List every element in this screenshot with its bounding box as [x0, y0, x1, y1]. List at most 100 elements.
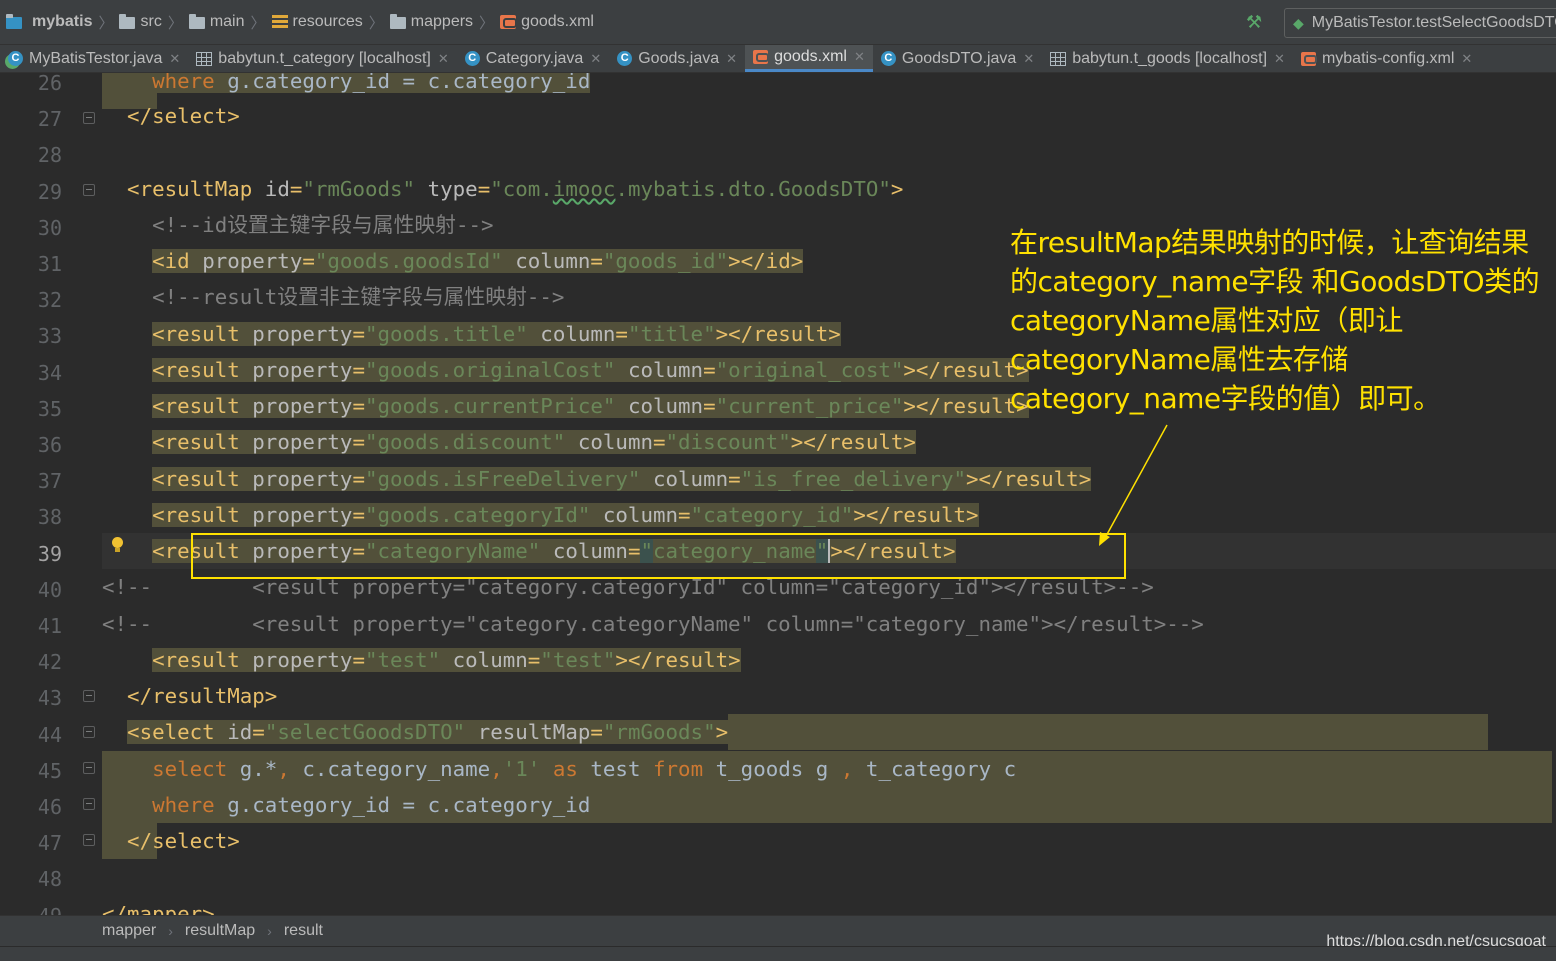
- line-number: 39: [37, 541, 62, 566]
- close-icon[interactable]: ✕: [590, 51, 601, 67]
- tab-label: goods.xml: [774, 48, 847, 65]
- chevron-right-icon: 〉: [250, 14, 266, 32]
- line-number: 27: [37, 107, 62, 132]
- line-number: 30: [37, 215, 62, 240]
- code-line-26: where g.category_id = c.category_id: [102, 73, 591, 99]
- tab-goods-java[interactable]: C Goods.java ✕: [609, 45, 745, 72]
- tab-label: Goods.java: [638, 49, 720, 67]
- line-number: 35: [37, 396, 62, 421]
- lightbulb-icon[interactable]: [110, 537, 124, 553]
- xml-file-icon: [753, 50, 770, 64]
- tool-window-strip: [0, 946, 1556, 961]
- close-icon[interactable]: ✕: [1461, 51, 1472, 67]
- breadcrumb-file[interactable]: goods.xml: [496, 0, 598, 44]
- line-number: 48: [37, 867, 62, 892]
- tab-label: GoodsDTO.java: [901, 49, 1017, 67]
- close-icon[interactable]: ✕: [169, 51, 180, 67]
- breadcrumb-mapper[interactable]: mapper: [102, 922, 156, 940]
- line-number: 32: [37, 288, 62, 313]
- code-line-29: <resultMap id="rmGoods" type="com.imooc.…: [127, 177, 904, 201]
- folder-icon: [389, 14, 406, 29]
- close-icon[interactable]: ✕: [726, 51, 737, 67]
- code-line-49: </mapper>: [102, 902, 215, 915]
- chevron-right-icon: ›: [267, 923, 272, 939]
- close-icon[interactable]: ✕: [1023, 51, 1034, 67]
- tab-label: babytun.t_category [localhost]: [218, 49, 431, 67]
- table-icon: [196, 51, 213, 66]
- line-number: 36: [37, 433, 62, 457]
- tab-mybatistestor[interactable]: C MyBatisTestor.java ✕: [0, 45, 188, 72]
- close-icon[interactable]: ✕: [1274, 51, 1285, 67]
- chevron-right-icon: 〉: [98, 14, 114, 32]
- tab-label: MyBatisTestor.java: [29, 49, 163, 67]
- code-line-45: select g.*, c.category_name,'1' as test …: [102, 751, 1553, 787]
- tab-t-category[interactable]: babytun.t_category [localhost] ✕: [188, 45, 456, 72]
- code-line-27: </select>: [127, 104, 240, 128]
- run-configuration-select[interactable]: ◆ MyBatisTestor.testSelectGoodsDTO: [1284, 8, 1556, 38]
- run-configuration-label: MyBatisTestor.testSelectGoodsDTO: [1311, 14, 1556, 31]
- line-number: 31: [37, 252, 62, 276]
- breadcrumb-result[interactable]: result: [284, 922, 323, 940]
- close-icon[interactable]: ✕: [854, 49, 865, 65]
- line-number: 41: [37, 614, 62, 638]
- chevron-right-icon: 〉: [479, 14, 495, 32]
- chevron-right-icon: 〉: [167, 14, 183, 32]
- breadcrumb-resultmap[interactable]: resultMap: [185, 922, 255, 940]
- breadcrumb-main[interactable]: main: [185, 0, 249, 44]
- navigation-bar: mybatis 〉 src 〉 main 〉 resources 〉 mappe…: [0, 0, 1556, 45]
- breadcrumb-resources[interactable]: resources: [268, 0, 367, 44]
- fold-marker-icon[interactable]: [83, 726, 95, 738]
- table-icon: [1050, 51, 1067, 66]
- tab-t-goods[interactable]: babytun.t_goods [localhost] ✕: [1042, 45, 1293, 72]
- xml-file-icon: [1300, 51, 1317, 66]
- line-number: 49: [0, 898, 62, 915]
- junit-run-icon: ◆: [1293, 14, 1304, 31]
- breadcrumb-main-label: main: [209, 13, 245, 30]
- fold-marker-icon[interactable]: [83, 762, 95, 774]
- tab-label: babytun.t_goods [localhost]: [1072, 49, 1268, 67]
- annotation-box: [191, 533, 1126, 579]
- editor-tabs: C MyBatisTestor.java ✕ babytun.t_categor…: [0, 45, 1556, 73]
- tab-mybatis-config[interactable]: mybatis-config.xml ✕: [1293, 45, 1480, 72]
- java-class-icon: C: [617, 51, 633, 66]
- code-line-46: where g.category_id = c.category_id: [102, 787, 1553, 823]
- tab-goods-xml[interactable]: goods.xml ✕: [745, 45, 873, 72]
- tab-label: Category.java: [485, 49, 584, 67]
- line-number: 44: [37, 722, 62, 747]
- code-line-32: <!--result设置非主键字段与属性映射-->: [152, 285, 565, 309]
- fold-marker-icon[interactable]: [83, 184, 95, 196]
- java-class-icon: C: [464, 51, 480, 66]
- code-line-44: <select id="selectGoodsDTO" resultMap="r…: [102, 714, 1489, 750]
- tab-category-java[interactable]: C Category.java ✕: [457, 45, 609, 72]
- folder-icon: [188, 14, 205, 29]
- code-line-36: <result property="goods.discount" column…: [152, 430, 916, 454]
- breadcrumb-resources-label: resources: [292, 13, 363, 30]
- build-hammer-icon[interactable]: ⚒: [1246, 12, 1262, 33]
- fold-marker-icon[interactable]: [83, 798, 95, 810]
- breadcrumb-src-label: src: [140, 13, 162, 30]
- code-line-42: <result property="test" column="test"></…: [152, 648, 741, 672]
- folder-icon: [119, 14, 136, 29]
- tab-goodsdto-java[interactable]: C GoodsDTO.java ✕: [873, 45, 1042, 72]
- breadcrumb-project[interactable]: mybatis: [0, 0, 96, 44]
- line-number: 45: [37, 758, 62, 783]
- code-editor[interactable]: 26 27 28 29 30 31 32 33 34 35 36 37 38 39 40 41 42 43 44 45…: [0, 73, 1556, 915]
- code-line-30: <!--id设置主键字段与属性映射-->: [152, 213, 494, 237]
- chevron-right-icon: ›: [168, 923, 173, 939]
- breadcrumb-mappers[interactable]: mappers: [386, 0, 477, 44]
- breadcrumb-project-label: mybatis: [32, 13, 93, 30]
- breadcrumb-src[interactable]: src: [115, 0, 165, 44]
- line-number: 26: [37, 73, 62, 95]
- fold-marker-icon[interactable]: [83, 690, 95, 702]
- line-number: 33: [37, 324, 62, 349]
- breadcrumb-file-label: goods.xml: [521, 13, 594, 30]
- code-line-43: </resultMap>: [127, 684, 278, 708]
- fold-marker-icon[interactable]: [83, 834, 95, 846]
- fold-marker-icon[interactable]: [83, 112, 95, 124]
- breadcrumb-mappers-label: mappers: [410, 13, 474, 30]
- code-line-38: <result property="goods.categoryId" colu…: [152, 503, 979, 527]
- close-icon[interactable]: ✕: [438, 51, 449, 67]
- code-line-33: <result property="goods.title" column="t…: [152, 322, 841, 346]
- line-number: 29: [37, 179, 62, 204]
- line-number: 34: [37, 360, 62, 385]
